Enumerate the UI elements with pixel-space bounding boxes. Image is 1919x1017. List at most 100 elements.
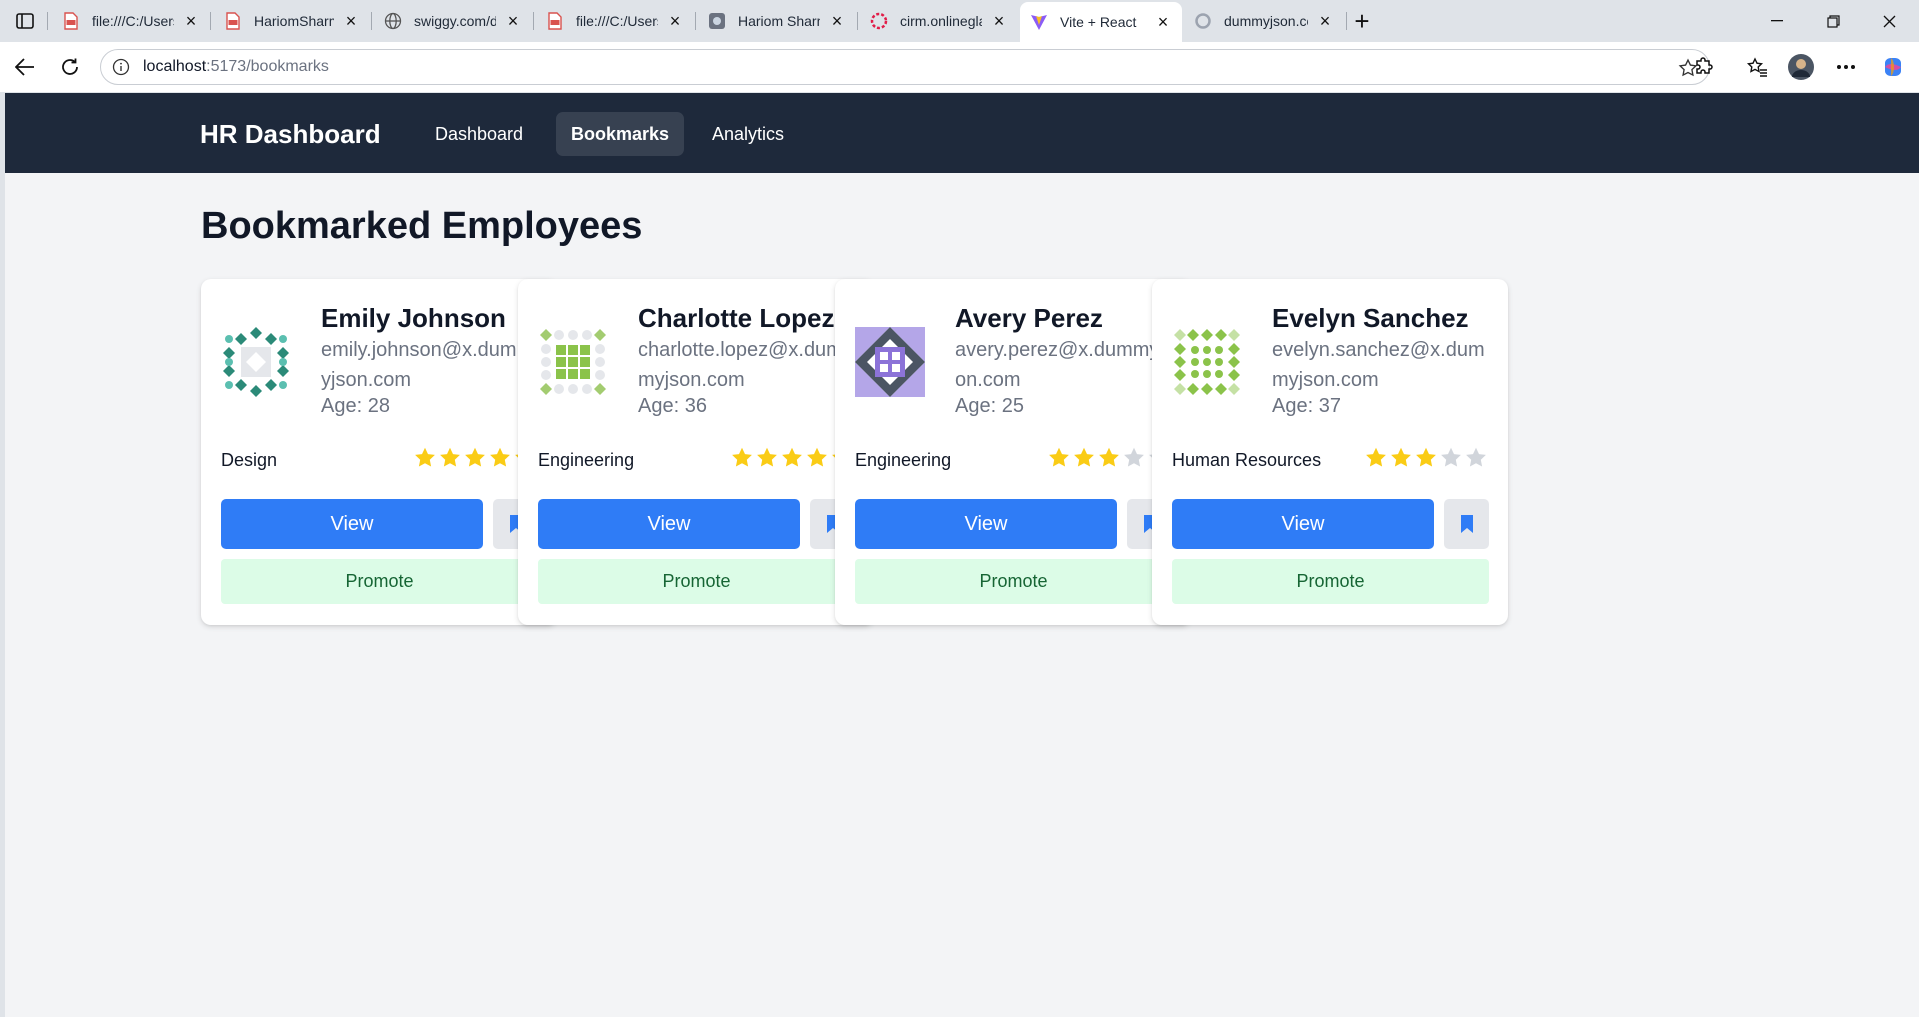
promote-button[interactable]: Promote (221, 559, 538, 604)
browser-tab-3[interactable]: swiggy.com/dapi/r × (374, 4, 532, 38)
star-filled-icon (490, 447, 510, 467)
browser-tab-2[interactable]: HariomSharmaRes × (214, 4, 370, 38)
identicon-avatar (538, 327, 608, 397)
view-button[interactable]: View (538, 499, 800, 549)
tab-separator (371, 12, 372, 30)
close-icon[interactable]: × (1154, 12, 1172, 32)
refresh-icon[interactable] (55, 52, 85, 82)
close-icon[interactable]: × (342, 11, 360, 31)
loading-icon (1194, 12, 1212, 30)
star-filled-icon (1099, 447, 1119, 467)
copilot-icon[interactable] (1880, 54, 1906, 80)
star-filled-icon (1366, 447, 1386, 467)
star-filled-icon (1049, 447, 1069, 467)
identicon-avatar (855, 327, 925, 397)
star-empty-icon (1124, 447, 1144, 467)
star-filled-icon (807, 447, 827, 467)
employee-name: Evelyn Sanchez (1272, 303, 1469, 333)
close-icon[interactable]: × (1316, 11, 1334, 31)
employee-age: Age: 25 (955, 395, 1024, 417)
view-button[interactable]: View (221, 499, 483, 549)
url-host: localhost (143, 58, 207, 75)
browser-tab-1[interactable]: file:///C:/Users/Har × (52, 4, 210, 38)
star-filled-icon (465, 447, 485, 467)
rating-stars (1364, 446, 1488, 470)
employee-name: Emily Johnson (321, 303, 506, 333)
browser-tab-8[interactable]: dummyjson.com/u × (1184, 4, 1344, 38)
employee-name: Charlotte Lopez (638, 303, 835, 333)
app-brand[interactable]: HR Dashboard (200, 119, 381, 150)
close-icon[interactable]: × (504, 11, 522, 31)
star-empty-icon (1466, 447, 1486, 467)
star-filled-icon (1391, 447, 1411, 467)
star-filled-icon (732, 447, 752, 467)
url-text: localhost:5173/bookmarks (143, 58, 329, 76)
url-path: :5173/bookmarks (206, 58, 329, 75)
star-filled-icon (1074, 447, 1094, 467)
nav-link-analytics[interactable]: Analytics (697, 112, 799, 156)
nav-link-dashboard[interactable]: Dashboard (420, 112, 538, 156)
tab-separator (210, 12, 211, 30)
employee-age: Age: 28 (321, 395, 390, 417)
more-options-icon[interactable] (1833, 54, 1859, 80)
employee-age: Age: 36 (638, 395, 707, 417)
address-bar[interactable]: localhost:5173/bookmarks (100, 49, 1710, 85)
close-icon[interactable]: × (666, 11, 684, 31)
restore-icon[interactable] (1810, 6, 1856, 36)
tab-label: file:///C:/Users/Har (92, 13, 174, 29)
browser-tab-6[interactable]: cirm.onlinegla.com × (860, 4, 1018, 38)
pdf-icon (224, 12, 242, 30)
view-button[interactable]: View (1172, 499, 1434, 549)
pdf-icon (546, 12, 564, 30)
browser-tabstrip: file:///C:/Users/Har × HariomSharmaRes ×… (0, 0, 1919, 42)
tab-label: dummyjson.com/u (1224, 13, 1308, 29)
site-icon (708, 12, 726, 30)
pdf-icon (62, 12, 80, 30)
tab-separator (533, 12, 534, 30)
tab-label: HariomSharmaRes (254, 13, 334, 29)
employee-department: Engineering (538, 450, 635, 470)
employee-email: avery.perez@x.dummyjson.com (955, 339, 1174, 391)
tab-separator (857, 12, 858, 30)
globe-icon (384, 12, 402, 30)
employee-card: Emily Johnson emily.johnson@x.dummyjson.… (201, 279, 557, 625)
extensions-icon[interactable] (1691, 54, 1717, 80)
bookmark-button[interactable] (1444, 499, 1489, 549)
star-filled-icon (782, 447, 802, 467)
close-icon[interactable]: × (990, 11, 1008, 31)
nav-link-bookmarks[interactable]: Bookmarks (556, 112, 685, 156)
tab-label: cirm.onlinegla.com (900, 13, 982, 29)
star-filled-icon (757, 447, 777, 467)
promote-button[interactable]: Promote (1172, 559, 1489, 604)
close-window-icon[interactable] (1866, 6, 1912, 36)
employee-name: Avery Perez (955, 303, 1103, 333)
favorites-icon[interactable] (1744, 54, 1770, 80)
promote-button[interactable]: Promote (538, 559, 855, 604)
info-icon[interactable] (112, 58, 130, 76)
tab-label: file:///C:/Users/Har (576, 13, 658, 29)
identicon-avatar (221, 327, 291, 397)
profile-avatar[interactable] (1786, 52, 1816, 82)
close-icon[interactable]: × (828, 11, 846, 31)
promote-button[interactable]: Promote (855, 559, 1172, 604)
page-title: Bookmarked Employees (201, 205, 643, 247)
employee-email: charlotte.lopez@x.dummyjson.com (638, 339, 843, 391)
back-arrow-icon[interactable] (10, 52, 40, 82)
close-icon[interactable]: × (182, 11, 200, 31)
page-viewport: HR Dashboard Dashboard Bookmarks Analyti… (5, 93, 1919, 1017)
bookmark-icon (1460, 515, 1473, 533)
browser-tab-4[interactable]: file:///C:/Users/Har × (536, 4, 694, 38)
employee-department: Design (221, 450, 278, 470)
view-button[interactable]: View (855, 499, 1117, 549)
minimize-icon[interactable] (1754, 6, 1800, 36)
tab-separator (47, 12, 48, 30)
browser-tab-5[interactable]: Hariom Sharma || I × (698, 4, 856, 38)
star-filled-icon (1416, 447, 1436, 467)
new-tab-button[interactable]: + (1347, 6, 1377, 36)
employee-card: Avery Perez avery.perez@x.dummyjson.com … (835, 279, 1191, 625)
star-filled-icon (440, 447, 460, 467)
employee-department: Human Resources (1172, 450, 1322, 470)
tab-actions-icon[interactable] (12, 9, 38, 33)
vite-icon (1030, 13, 1048, 31)
browser-tab-7-active[interactable]: Vite + React × (1020, 2, 1182, 42)
